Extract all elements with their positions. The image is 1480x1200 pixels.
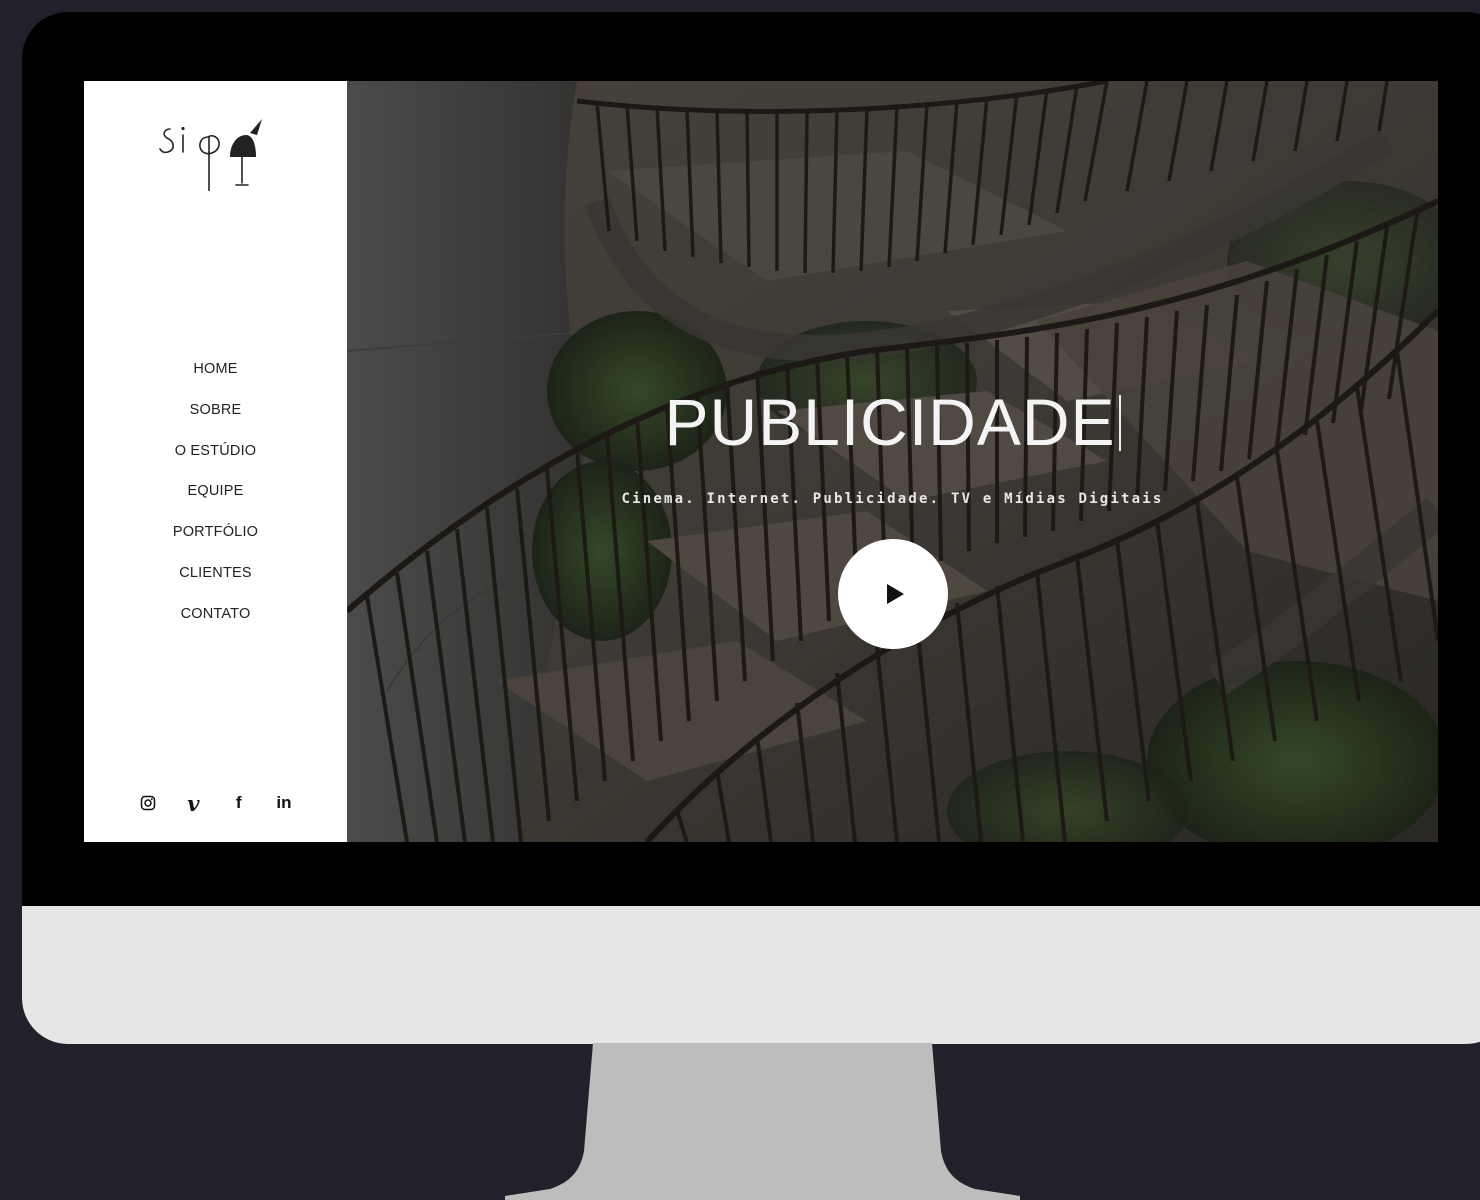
sipa-logo[interactable] bbox=[156, 105, 274, 191]
facebook-icon[interactable]: f bbox=[227, 791, 251, 815]
hero-title-text: PUBLICIDADE bbox=[664, 385, 1116, 459]
hero-subtitle: Cinema. Internet. Publicidade. TV e Mídi… bbox=[621, 491, 1164, 507]
hero-section: PUBLICIDADE Cinema. Internet. Publicidad… bbox=[347, 81, 1438, 842]
social-links: v f in bbox=[136, 791, 296, 816]
monitor-chin bbox=[22, 906, 1480, 1044]
hero-staircase-photo bbox=[347, 81, 1438, 842]
nav-item-portfolio[interactable]: PORTFÓLIO bbox=[84, 520, 347, 561]
monitor-frame: HOME SOBRE O ESTÚDIO EQUIPE PORTFÓLIO CL… bbox=[22, 12, 1480, 1044]
monitor-stand bbox=[505, 1043, 1020, 1200]
nav-item-contato[interactable]: CONTATO bbox=[84, 602, 347, 643]
instagram-icon[interactable] bbox=[136, 791, 160, 815]
play-button[interactable] bbox=[838, 539, 948, 649]
vimeo-icon[interactable]: v bbox=[181, 791, 205, 816]
hero-title: PUBLICIDADE bbox=[347, 383, 1438, 461]
nav-item-home[interactable]: HOME bbox=[84, 357, 347, 398]
nav-item-equipe[interactable]: EQUIPE bbox=[84, 479, 347, 520]
nav-item-sobre[interactable]: SOBRE bbox=[84, 398, 347, 439]
typing-cursor bbox=[1118, 395, 1121, 451]
main-nav: HOME SOBRE O ESTÚDIO EQUIPE PORTFÓLIO CL… bbox=[84, 357, 347, 643]
website-screen: HOME SOBRE O ESTÚDIO EQUIPE PORTFÓLIO CL… bbox=[84, 81, 1438, 842]
nav-item-o-estudio[interactable]: O ESTÚDIO bbox=[84, 439, 347, 480]
linkedin-icon[interactable]: in bbox=[272, 791, 296, 815]
play-icon bbox=[887, 584, 904, 604]
sidebar: HOME SOBRE O ESTÚDIO EQUIPE PORTFÓLIO CL… bbox=[84, 81, 347, 842]
nav-item-clientes[interactable]: CLIENTES bbox=[84, 561, 347, 602]
